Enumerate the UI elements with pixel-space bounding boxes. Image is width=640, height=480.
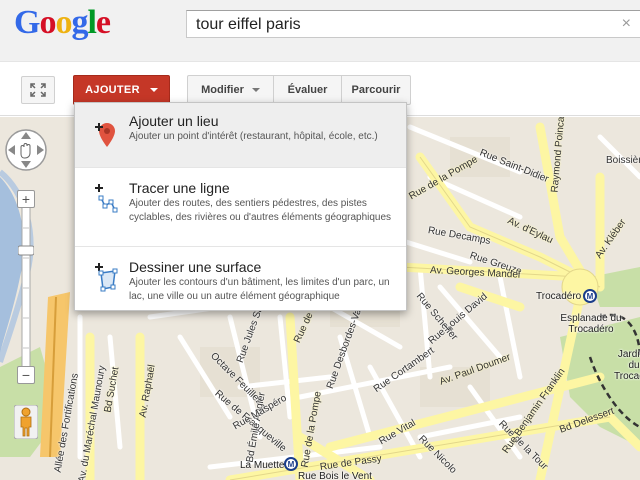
menu-item-add-place[interactable]: Ajouter un lieu Ajouter un point d'intér… <box>75 103 406 167</box>
menu-item-desc: Ajouter les contours d'un bâtiment, les … <box>129 277 390 302</box>
menu-item-title: Dessiner une surface <box>129 259 262 275</box>
place-label: Esplanade du Trocadéro <box>560 313 622 335</box>
browse-label: Parcourir <box>351 84 401 96</box>
search-input[interactable]: tour eiffel paris × <box>186 10 640 38</box>
modify-label: Modifier <box>201 84 244 96</box>
logo-letter: o <box>55 4 72 41</box>
zoom-slider[interactable] <box>17 188 35 388</box>
place-label: La Muette <box>240 460 285 471</box>
hand-icon <box>20 143 31 159</box>
rate-label: Évaluer <box>287 84 328 96</box>
logo-letter: o <box>39 4 56 41</box>
chevron-down-icon <box>149 88 158 92</box>
street-label: Boissière <box>606 155 640 166</box>
modify-button[interactable]: Modifier <box>187 75 274 105</box>
chevron-down-icon <box>251 88 260 92</box>
add-button-label: AJOUTER <box>85 84 140 96</box>
header: Google tour eiffel paris × <box>0 0 640 62</box>
place-label: Jardins du Trocadéro <box>614 349 640 382</box>
pan-control[interactable] <box>4 128 48 172</box>
menu-item-title: Ajouter un lieu <box>129 113 219 129</box>
logo-letter: g <box>71 4 88 41</box>
add-dropdown-menu: Ajouter un lieu Ajouter un point d'intér… <box>74 102 407 311</box>
logo-letter: e <box>95 4 111 41</box>
google-logo[interactable]: Google <box>14 4 111 42</box>
pegman-icon[interactable] <box>14 405 38 439</box>
logo-letter: G <box>14 4 40 41</box>
zoom-handle <box>17 245 35 256</box>
place-label: Trocadéro <box>536 291 582 302</box>
draw-shape-icon <box>95 263 118 292</box>
menu-item-title: Tracer une ligne <box>129 180 230 196</box>
menu-item-desc: Ajouter des routes, des sentiers pédestr… <box>129 198 392 223</box>
zoom-out-button[interactable]: − <box>17 366 35 384</box>
draw-line-icon <box>95 184 118 213</box>
metro-station-icon[interactable]: M <box>583 289 597 303</box>
menu-item-draw-line[interactable]: Tracer une ligne Ajouter des routes, des… <box>75 168 406 246</box>
expand-icon <box>30 83 46 97</box>
menu-item-desc: Ajouter un point d'intérêt (restaurant, … <box>129 131 378 142</box>
clear-icon[interactable]: × <box>622 15 631 33</box>
rate-button[interactable]: Évaluer <box>273 75 342 105</box>
menu-item-draw-shape[interactable]: Dessiner une surface Ajouter les contour… <box>75 247 406 311</box>
zoom-in-button[interactable]: + <box>17 190 35 208</box>
fullscreen-button[interactable] <box>21 76 55 104</box>
search-value: tour eiffel paris <box>196 16 301 33</box>
place-label: Rue Bois le Vent <box>298 471 372 480</box>
logo-letter: l <box>87 4 97 41</box>
add-button[interactable]: AJOUTER <box>73 75 170 105</box>
browse-button[interactable]: Parcourir <box>341 75 411 105</box>
metro-station-icon[interactable]: M <box>284 457 298 471</box>
add-place-pin-icon <box>95 123 115 147</box>
